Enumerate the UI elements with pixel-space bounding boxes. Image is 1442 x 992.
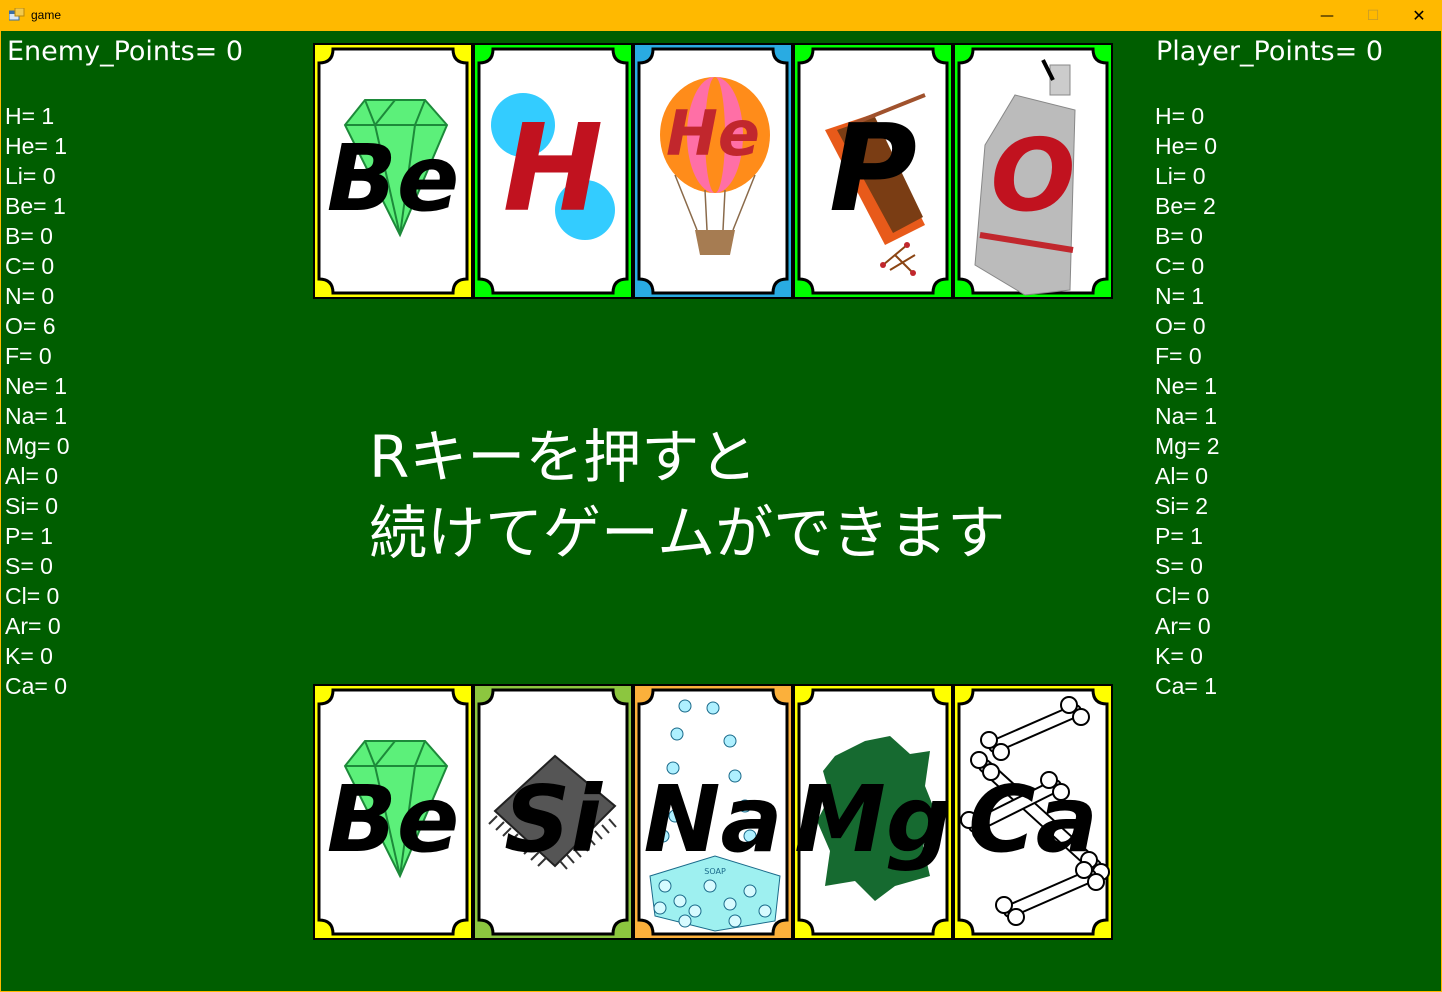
player-points: Player_Points= 0 [1156, 36, 1384, 67]
element-symbol: Ca [968, 766, 1098, 873]
element-symbol: Mg [795, 766, 951, 873]
element-count: O= 0 [1155, 313, 1206, 339]
element-count: K= 0 [1155, 643, 1203, 669]
element-count: Mg= 2 [1155, 433, 1220, 459]
element-count: B= 0 [5, 223, 53, 249]
element-symbol: Be [327, 766, 460, 873]
game-board[interactable]: Enemy_Points= 0 Player_Points= 0 H= 1 He=… [1, 31, 1441, 991]
element-card[interactable]: Be [313, 684, 473, 940]
element-count: O= 6 [5, 313, 56, 339]
element-card[interactable]: He [633, 43, 793, 299]
element-symbol: H [503, 100, 603, 239]
element-card[interactable]: Mg [793, 684, 953, 940]
message-line-2: 続けてゲームができます [369, 499, 1006, 567]
continue-message: Rキーを押すと 続けてゲームができます [369, 419, 1005, 571]
element-count: Ca= 1 [1155, 673, 1218, 699]
message-line-1: Rキーを押すと [369, 423, 758, 491]
element-count: Si= 0 [5, 493, 59, 519]
element-count: B= 0 [1155, 223, 1203, 249]
element-count: H= 1 [5, 103, 55, 129]
element-count: C= 0 [1155, 253, 1205, 279]
element-count: He= 0 [1155, 133, 1218, 159]
element-count: S= 0 [5, 553, 53, 579]
card-face: P [797, 47, 949, 295]
title-bar: game — ☐ ✕ [0, 0, 1442, 31]
element-count: F= 0 [5, 343, 52, 369]
element-count: Cl= 0 [1155, 583, 1210, 609]
card-face: Be [317, 47, 469, 295]
element-count: Ar= 0 [5, 613, 61, 639]
element-count: Ne= 1 [5, 373, 68, 399]
window-title: game [31, 8, 62, 22]
card-face: O [957, 47, 1109, 296]
element-count: Na= 1 [1155, 403, 1218, 429]
element-symbol: Be [327, 125, 460, 232]
element-count: Li= 0 [1155, 163, 1206, 189]
card-face: Be [317, 688, 469, 936]
element-count: He= 1 [5, 133, 68, 159]
card-face: H [477, 47, 629, 295]
element-count: Ar= 0 [1155, 613, 1211, 639]
enemy-points: Enemy_Points= 0 [7, 36, 244, 67]
element-card[interactable]: Ca [953, 684, 1113, 940]
element-card[interactable]: P [793, 43, 953, 299]
element-card[interactable]: H [473, 43, 633, 299]
element-card[interactable]: Si [473, 684, 633, 940]
element-count: N= 0 [5, 283, 55, 309]
element-count: Si= 2 [1155, 493, 1209, 519]
element-count: Mg= 0 [5, 433, 70, 459]
element-count: P= 1 [1155, 523, 1203, 549]
element-count: Al= 0 [5, 463, 59, 489]
element-count: P= 1 [5, 523, 53, 549]
maximize-button[interactable]: ☐ [1350, 0, 1396, 31]
element-count: S= 0 [1155, 553, 1203, 579]
enemy-hand: Be H He P O [313, 43, 1113, 299]
element-count: Ca= 0 [5, 673, 68, 699]
card-face: Ca [957, 688, 1110, 936]
element-symbol: O [990, 117, 1075, 234]
close-button[interactable]: ✕ [1396, 0, 1442, 31]
app-icon [9, 8, 25, 21]
element-count: C= 0 [5, 253, 55, 279]
element-card[interactable]: SOAP Na [633, 684, 793, 940]
card-face: He [637, 47, 789, 295]
element-count: Al= 0 [1155, 463, 1209, 489]
card-face: Si [477, 688, 629, 936]
element-count: F= 0 [1155, 343, 1202, 369]
element-count: H= 0 [1155, 103, 1205, 129]
element-count: Ne= 1 [1155, 373, 1218, 399]
minimize-button[interactable]: — [1304, 0, 1350, 31]
element-card[interactable]: O [953, 43, 1113, 299]
player-element-counts: H= 0 He= 0 Li= 0 Be= 2 B= 0 C= 0 N= 1 O= 0 F= 0 N… [1155, 101, 1220, 701]
player-hand: Be Si SOAP Na Mg Ca [313, 684, 1113, 940]
card-face: SOAPNa [637, 688, 789, 936]
card-face: Mg [795, 688, 951, 936]
element-count: Be= 1 [5, 193, 66, 219]
element-count: Be= 2 [1155, 193, 1216, 219]
element-count: N= 1 [1155, 283, 1205, 309]
element-symbol: He [666, 97, 760, 170]
element-symbol: Si [504, 766, 603, 873]
element-card[interactable]: Be [313, 43, 473, 299]
element-symbol: P [829, 100, 917, 239]
element-count: Na= 1 [5, 403, 68, 429]
enemy-element-counts: H= 1 He= 1 Li= 0 Be= 1 B= 0 C= 0 N= 0 O= 6 F= 0 N… [5, 101, 70, 701]
element-symbol: Na [643, 766, 782, 873]
element-count: Li= 0 [5, 163, 56, 189]
element-count: K= 0 [5, 643, 53, 669]
element-count: Cl= 0 [5, 583, 60, 609]
